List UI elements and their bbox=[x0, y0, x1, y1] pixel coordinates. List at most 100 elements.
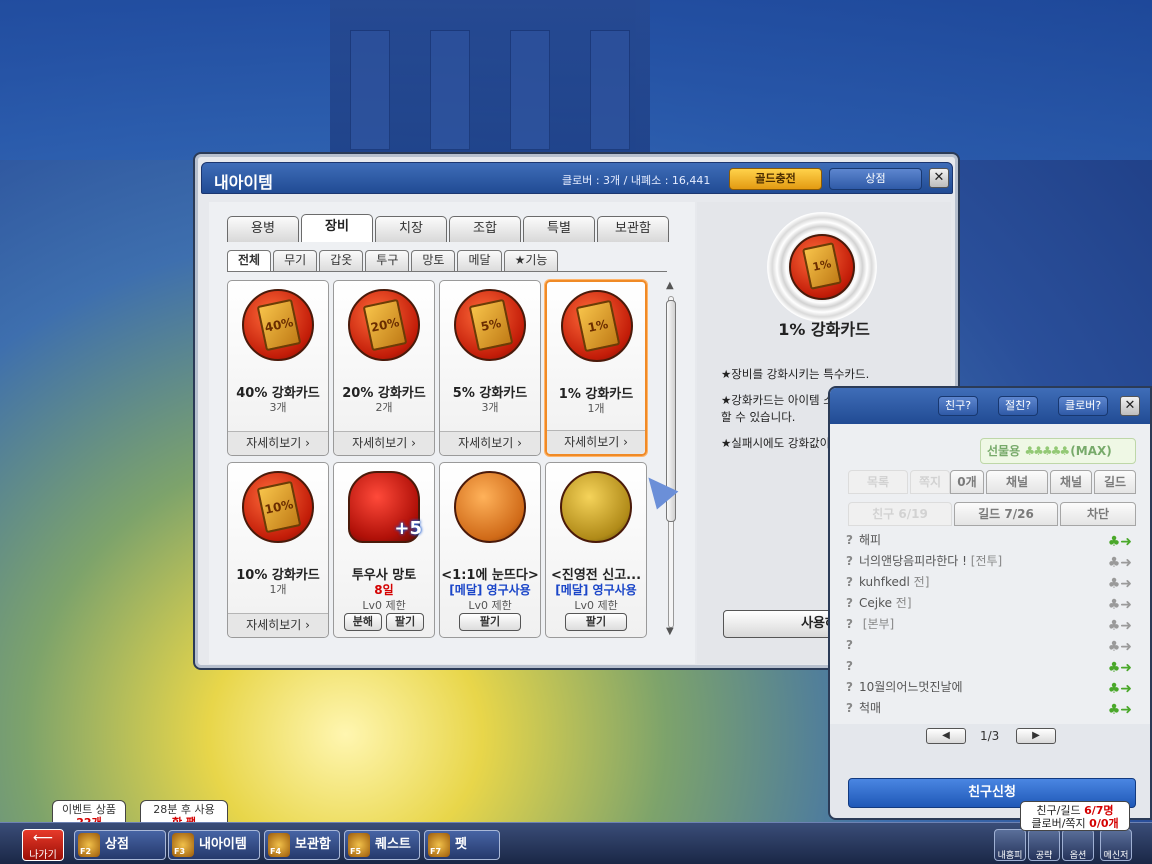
item-card[interactable]: 40% 40% 강화카드 3개 자세히보기 › bbox=[227, 280, 329, 456]
sell-button[interactable]: 팔기 bbox=[564, 613, 628, 631]
subtab-all[interactable]: 전체 bbox=[227, 250, 272, 271]
item-count: 2개 bbox=[375, 401, 393, 414]
clover-send-icon[interactable]: ♣➜ bbox=[1108, 637, 1132, 658]
unknown-icon: ? bbox=[846, 533, 853, 547]
friend-row[interactable]: ? 척매 ♣➜ bbox=[846, 698, 1136, 719]
item-card[interactable]: <진영전 신고... [메달] 영구사용 Lv0 제한 팔기 bbox=[545, 462, 647, 638]
tab-divider bbox=[227, 271, 667, 272]
subtab-helmet[interactable]: 투구 bbox=[365, 250, 410, 271]
friend-title-bar[interactable]: 친구? 절친? 클로버? ✕ bbox=[830, 388, 1150, 424]
subtab-armor[interactable]: 갑옷 bbox=[319, 250, 364, 271]
detail-button[interactable]: 자세히보기 › bbox=[547, 430, 645, 454]
friend-close-button[interactable]: ✕ bbox=[1120, 396, 1140, 416]
item-card[interactable]: 20% 20% 강화카드 2개 자세히보기 › bbox=[333, 280, 435, 456]
background-flag bbox=[510, 30, 550, 150]
next-page-icon[interactable]: ▶ bbox=[1016, 728, 1056, 744]
friend-row[interactable]: ? kuhfkedl 전] ♣➜ bbox=[846, 572, 1136, 593]
currency-info: 클로버 : 3개 / 내폐소 : 16,441 bbox=[562, 174, 711, 187]
background-flag bbox=[430, 30, 470, 150]
item-card[interactable]: 5% 5% 강화카드 3개 자세히보기 › bbox=[439, 280, 541, 456]
messenger-status: 친구/길드 6/7명 클로버/쪽지 0/0개 bbox=[1020, 801, 1130, 831]
card-badge: 40% bbox=[256, 298, 302, 352]
item-scrollbar[interactable]: ▲ ▼ bbox=[664, 280, 678, 638]
options-button[interactable]: 옵션 bbox=[1062, 829, 1094, 861]
friend-tag: 전] bbox=[913, 575, 930, 589]
friend-row[interactable]: ? 10월의어느멋진날에 ♣➜ bbox=[846, 677, 1136, 698]
shop-tab-button[interactable]: F2 상점 bbox=[74, 830, 166, 860]
tab-costume[interactable]: 치장 bbox=[375, 216, 447, 242]
clover-send-icon[interactable]: ♣➜ bbox=[1108, 532, 1132, 553]
friend-tag: [본부] bbox=[862, 617, 895, 631]
guide-button[interactable]: 공략 bbox=[1028, 829, 1060, 861]
sell-button[interactable]: 팔기 bbox=[458, 613, 522, 631]
friend-row[interactable]: ? [본부] ♣➜ bbox=[846, 614, 1136, 635]
item-card[interactable]: 10% 10% 강화카드 1개 자세히보기 › bbox=[227, 462, 329, 638]
cape-icon: +5 bbox=[348, 471, 422, 543]
detail-button[interactable]: 자세히보기 › bbox=[440, 431, 540, 455]
clover-message-count: 클로버/쪽지 0/0개 bbox=[1021, 817, 1129, 830]
window-title-bar[interactable]: 내아이템 클로버 : 3개 / 내폐소 : 16,441 골드충전 상점 ✕ bbox=[201, 162, 953, 194]
gold-charge-button[interactable]: 골드충전 bbox=[729, 168, 822, 190]
item-card-selected[interactable]: 1% 1% 강화카드 1개 자세히보기 › bbox=[545, 280, 647, 456]
scroll-up-icon[interactable]: ▲ bbox=[666, 280, 674, 291]
homepage-button[interactable]: 내홈피 bbox=[994, 829, 1026, 861]
bestfriend-help-button[interactable]: 절친? bbox=[998, 396, 1039, 416]
friend-name: 너의앤당음피라한다 ! bbox=[858, 554, 967, 568]
clover-send-icon[interactable]: ♣➜ bbox=[1108, 553, 1132, 574]
storage-tab-button[interactable]: F4 보관함 bbox=[264, 830, 340, 860]
item-level-limit: Lv0 제한 bbox=[574, 599, 618, 612]
clover-send-icon[interactable]: ♣➜ bbox=[1108, 700, 1132, 721]
clover-send-icon[interactable]: ♣➜ bbox=[1108, 679, 1132, 700]
detail-button[interactable]: 자세히보기 › bbox=[228, 431, 328, 455]
clover-send-icon[interactable]: ♣➜ bbox=[1108, 616, 1132, 637]
scroll-down-icon[interactable]: ▼ bbox=[666, 626, 674, 637]
tab-combine[interactable]: 조합 bbox=[449, 216, 521, 242]
friend-row[interactable]: ? 너의앤당음피라한다 ! [전투] ♣➜ bbox=[846, 551, 1136, 572]
tab-equipment[interactable]: 장비 bbox=[301, 214, 373, 242]
subtab-cape[interactable]: 망토 bbox=[411, 250, 456, 271]
status-label: 친구/길드 bbox=[1036, 804, 1085, 817]
subtab-function[interactable]: ★기능 bbox=[503, 250, 559, 271]
quest-tab-button[interactable]: F5 퀘스트 bbox=[344, 830, 420, 860]
enhance-card-icon: 1% bbox=[561, 290, 633, 362]
clover-send-icon[interactable]: ♣➜ bbox=[1108, 574, 1132, 595]
item-actions: 분해 팔기 bbox=[334, 613, 434, 631]
friend-tag: 전] bbox=[895, 596, 912, 610]
enhance-card-icon: 10% bbox=[242, 471, 314, 543]
friend-row[interactable]: ? 해피 ♣➜ bbox=[846, 530, 1136, 551]
prev-page-icon[interactable]: ◀ bbox=[926, 728, 966, 744]
item-count: 1개 bbox=[587, 402, 605, 415]
friend-row[interactable]: ? Cejke 전] ♣➜ bbox=[846, 593, 1136, 614]
item-card[interactable]: +5 투우사 망토 8일 Lv0 제한 분해 팔기 bbox=[333, 462, 435, 638]
tab-special[interactable]: 특별 bbox=[523, 216, 595, 242]
shop-button[interactable]: 상점 bbox=[829, 168, 922, 190]
enhance-card-icon: 1% bbox=[789, 234, 855, 300]
detail-button[interactable]: 자세히보기 › bbox=[228, 613, 328, 637]
friend-row[interactable]: ? ♣➜ bbox=[846, 656, 1136, 677]
friend-row[interactable]: ? ♣➜ bbox=[846, 635, 1136, 656]
item-card[interactable]: <1:1에 눈뜨다> [메달] 영구사용 Lv0 제한 팔기 bbox=[439, 462, 541, 638]
exit-button[interactable]: ⟵ 나가기 bbox=[22, 829, 64, 861]
clover-send-icon[interactable]: ♣➜ bbox=[1108, 658, 1132, 679]
my-item-tab-button[interactable]: F3 내아이템 bbox=[168, 830, 260, 860]
pet-tab-button[interactable]: F7 펫 bbox=[424, 830, 500, 860]
close-button[interactable]: ✕ bbox=[929, 168, 949, 188]
messenger-button[interactable]: 메신저 bbox=[1100, 829, 1132, 861]
clover-help-button[interactable]: 클로버? bbox=[1058, 396, 1109, 416]
card-badge: 10% bbox=[256, 480, 302, 534]
enhance-card-icon: 40% bbox=[242, 289, 314, 361]
status-value: 0/0개 bbox=[1089, 817, 1119, 830]
detail-button[interactable]: 자세히보기 › bbox=[334, 431, 434, 455]
status-value: 6/7명 bbox=[1084, 804, 1114, 817]
sell-button[interactable]: 팔기 bbox=[386, 613, 425, 631]
friend-help-button[interactable]: 친구? bbox=[938, 396, 979, 416]
item-duration: 8일 bbox=[374, 583, 394, 597]
tab-storage[interactable]: 보관함 bbox=[597, 216, 669, 242]
tab-mercenary[interactable]: 용병 bbox=[227, 216, 299, 242]
disassemble-button[interactable]: 분해 bbox=[343, 613, 382, 631]
subtab-medal[interactable]: 메달 bbox=[457, 250, 502, 271]
cowboy-medal-icon bbox=[454, 471, 526, 543]
clover-send-icon[interactable]: ♣➜ bbox=[1108, 595, 1132, 616]
subtab-weapon[interactable]: 무기 bbox=[273, 250, 318, 271]
item-duration: [메달] 영구사용 bbox=[555, 583, 637, 597]
